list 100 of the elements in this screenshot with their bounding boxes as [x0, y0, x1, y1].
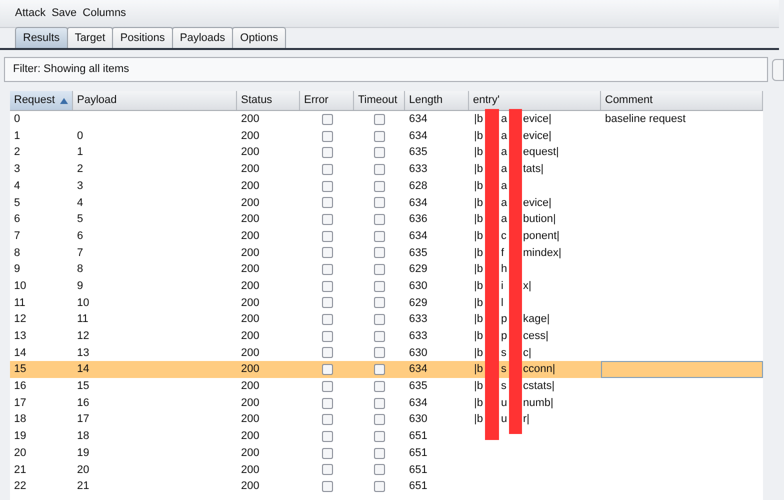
checkbox[interactable]	[322, 464, 332, 476]
checkbox[interactable]	[322, 414, 332, 426]
checkbox[interactable]	[374, 398, 385, 409]
table-cell: 21	[77, 480, 90, 492]
table-cell: 8	[77, 263, 84, 276]
table-cell-text: x|	[523, 278, 532, 294]
checkbox[interactable]	[374, 448, 385, 459]
column-header[interactable]: Payload	[73, 91, 237, 110]
column-header[interactable]: Status	[237, 91, 300, 110]
checkbox[interactable]	[322, 147, 332, 158]
checkbox[interactable]	[374, 280, 385, 292]
checkbox[interactable]	[322, 214, 332, 225]
table-cell: 0	[77, 130, 84, 142]
checkbox[interactable]	[374, 414, 385, 426]
table-cell-text: |b	[474, 262, 484, 278]
table-cell: 634	[409, 230, 428, 242]
filter-bar[interactable]: Filter: Showing all items	[4, 57, 768, 82]
checkbox[interactable]	[322, 130, 332, 142]
column-header[interactable]: Comment	[601, 91, 763, 110]
checkbox[interactable]	[322, 264, 332, 276]
checkbox[interactable]	[374, 330, 385, 342]
table-row[interactable]: 14 13 200 630 |b s c|	[10, 344, 763, 362]
table-cell-text: a	[501, 212, 508, 228]
checkbox[interactable]	[374, 380, 385, 392]
checkbox[interactable]	[374, 480, 385, 492]
checkbox[interactable]	[374, 264, 385, 276]
checkbox[interactable]	[322, 180, 332, 192]
checkbox[interactable]	[374, 314, 385, 326]
table-cell: 629	[409, 263, 428, 276]
table-cell-text: 18	[13, 412, 28, 428]
table-cell: 200	[241, 163, 260, 176]
table-cell-text: |b	[474, 128, 484, 144]
table-cell-text: |b	[474, 196, 484, 211]
checkbox[interactable]	[322, 430, 332, 442]
checkbox[interactable]	[322, 297, 332, 308]
checkbox[interactable]	[374, 430, 385, 442]
filter-button[interactable]	[772, 58, 784, 80]
tab[interactable]: Positions	[112, 27, 173, 48]
checkbox[interactable]	[322, 197, 332, 208]
table-cell-text: 13	[13, 329, 28, 344]
checkbox[interactable]	[322, 247, 332, 258]
table-cell: 4	[77, 196, 84, 209]
table-cell-text: a	[501, 112, 508, 128]
column-header[interactable]: Error	[300, 91, 354, 110]
checkbox[interactable]	[374, 130, 385, 142]
table-cell-text: s	[501, 379, 508, 394]
tab[interactable]: Target	[66, 27, 114, 48]
table-cell-text: |b	[474, 278, 484, 294]
table-cell-text: 16	[13, 379, 28, 394]
checkbox[interactable]	[322, 280, 332, 292]
table-cell: 634	[409, 113, 428, 126]
checkbox[interactable]	[374, 347, 385, 358]
checkbox[interactable]	[374, 180, 385, 192]
table-cell: 200	[241, 446, 260, 459]
comment-input[interactable]	[601, 361, 763, 378]
table-row[interactable]: 15 14 200 634 |b s cconn|	[10, 361, 763, 378]
table-cell-text: s	[501, 346, 508, 361]
table-cell: 200	[241, 130, 260, 142]
checkbox[interactable]	[322, 114, 332, 125]
table-cell-text: cess|	[523, 329, 548, 344]
table-cell-text: cconn|	[523, 362, 556, 378]
checkbox[interactable]	[374, 147, 385, 158]
table-cell-text: l	[501, 296, 504, 311]
table-cell-text: 5	[13, 196, 22, 211]
tab[interactable]: Results	[15, 27, 68, 48]
table-cell-text: a	[501, 128, 508, 144]
table-cell: 634	[409, 396, 428, 409]
checkbox[interactable]	[374, 114, 385, 125]
table-cell-text: bution|	[523, 212, 556, 228]
checkbox[interactable]	[322, 330, 332, 342]
checkbox[interactable]	[374, 197, 385, 208]
checkbox[interactable]	[322, 230, 332, 242]
table-cell-text: u	[501, 396, 508, 411]
table-cell: 636	[409, 213, 428, 226]
table-cell: 630	[409, 346, 428, 359]
checkbox[interactable]	[374, 464, 385, 476]
table-cell-text: 8	[13, 246, 22, 261]
menu-item[interactable]: Save	[52, 5, 77, 22]
checkbox[interactable]	[374, 230, 385, 242]
tab[interactable]: Options	[232, 27, 286, 48]
checkbox[interactable]	[322, 398, 332, 409]
checkbox[interactable]	[374, 164, 385, 175]
checkbox[interactable]	[322, 480, 332, 492]
checkbox[interactable]	[374, 364, 385, 376]
checkbox[interactable]	[322, 448, 332, 459]
menu-item[interactable]: Attack	[15, 5, 46, 22]
column-header[interactable]: Length	[405, 91, 469, 110]
menu-item[interactable]: Columns	[82, 5, 126, 22]
checkbox[interactable]	[322, 380, 332, 392]
checkbox[interactable]	[374, 247, 385, 258]
checkbox[interactable]	[322, 164, 332, 175]
column-header[interactable]: Timeout	[354, 91, 405, 110]
tab[interactable]: Payloads	[172, 27, 234, 48]
checkbox[interactable]	[322, 364, 332, 376]
checkbox[interactable]	[374, 214, 385, 225]
checkbox[interactable]	[322, 314, 332, 326]
column-header[interactable]: Request	[10, 91, 73, 110]
checkbox[interactable]	[322, 347, 332, 358]
table-cell-text: c	[501, 228, 508, 244]
checkbox[interactable]	[374, 297, 385, 308]
